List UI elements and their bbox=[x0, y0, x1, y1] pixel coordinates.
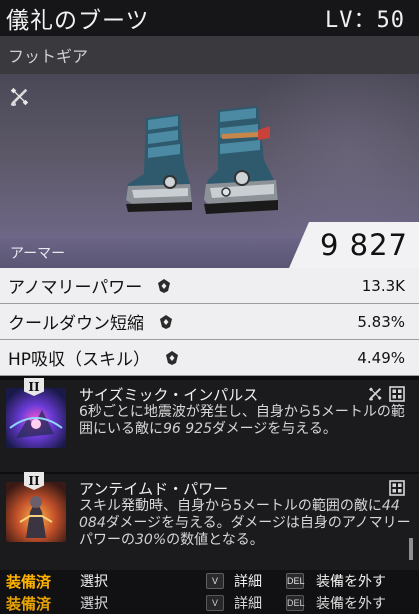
stat-left: アノマリーパワー bbox=[8, 273, 172, 298]
desc-text: の数値となる。 bbox=[166, 532, 264, 548]
stat-name: HP吸収（スキル） bbox=[8, 350, 151, 370]
key-v-hint: V bbox=[206, 573, 224, 589]
talent-icons bbox=[389, 480, 405, 496]
equipped-status: 装備済 bbox=[6, 594, 52, 613]
stat-row: アノマリーパワー 13.3K bbox=[0, 268, 419, 304]
item-level: LV：50 bbox=[325, 8, 405, 33]
untamed-talent-art bbox=[6, 482, 66, 542]
action-footer: 装備済 選択 V 詳細 DEL 装備を外す 装備済 選択 V 詳細 DEL 装備… bbox=[0, 570, 419, 614]
talent-icons bbox=[367, 386, 405, 402]
percent-number: 30% bbox=[135, 532, 167, 548]
seismic-talent-art bbox=[6, 388, 66, 448]
damage-number: 96 925 bbox=[163, 421, 212, 437]
scrollbar[interactable] bbox=[409, 538, 413, 560]
stat-list: アノマリーパワー 13.3K クールダウン短縮 5.83% HP吸収（スキル） … bbox=[0, 268, 419, 376]
category-bar: フットギア bbox=[0, 36, 419, 74]
boots-image bbox=[126, 106, 278, 214]
shield-diamond-icon bbox=[160, 314, 172, 329]
key-del-hint: DEL bbox=[286, 573, 305, 589]
desc-text: ダメージを与える。 bbox=[212, 421, 337, 437]
item-title: 儀礼のブーツ bbox=[6, 8, 150, 34]
detail-action[interactable]: 詳細 bbox=[234, 593, 262, 613]
select-action[interactable]: 選択 bbox=[80, 571, 108, 591]
grid-icon bbox=[389, 480, 405, 496]
grid-icon bbox=[389, 386, 405, 402]
armor-label: アーマー bbox=[10, 246, 66, 262]
talent-card[interactable]: II サイズミック・インパルス 6秒ごとに地震波が発生し、自身から5メートルの範… bbox=[0, 378, 419, 472]
talent-name: サイズミック・インパルス bbox=[79, 386, 259, 404]
key-v-hint: V bbox=[206, 595, 224, 611]
talent-image bbox=[6, 388, 66, 448]
talent-card[interactable]: II アンテイムド・パワー スキル発動時、自身から5メートルの範囲の敵に44 0… bbox=[0, 472, 419, 570]
item-header: 儀礼のブーツ LV：50 bbox=[0, 0, 419, 36]
armor-value-box: 9 827 bbox=[289, 222, 419, 268]
stat-row: HP吸収（スキル） 4.49% bbox=[0, 340, 419, 376]
armor-value: 9 827 bbox=[319, 228, 409, 262]
unequip-action[interactable]: 装備を外す bbox=[316, 571, 386, 591]
footer-row: 装備済 選択 V 詳細 DEL 装備を外す bbox=[0, 570, 419, 592]
talent-description: 6秒ごとに地震波が発生し、自身から5メートルの範囲にいる敵に96 925ダメージ… bbox=[79, 404, 411, 438]
detail-action[interactable]: 詳細 bbox=[234, 571, 262, 591]
select-action[interactable]: 選択 bbox=[80, 593, 108, 613]
footer-row: 装備済 選択 V 詳細 DEL 装備を外す bbox=[0, 592, 419, 614]
talent-description: スキル発動時、自身から5メートルの範囲の敵に44 084ダメージを与える。ダメー… bbox=[79, 498, 411, 549]
stat-value: 4.49% bbox=[357, 348, 405, 367]
stat-name: アノマリーパワー bbox=[8, 278, 143, 298]
stat-row: クールダウン短縮 5.83% bbox=[0, 304, 419, 340]
item-preview-panel bbox=[0, 74, 419, 238]
wrench-screwdriver-icon[interactable] bbox=[8, 86, 30, 108]
key-del-hint: DEL bbox=[286, 595, 305, 611]
shield-diamond-icon bbox=[158, 278, 171, 293]
item-category: フットギア bbox=[8, 47, 89, 66]
stat-left: クールダウン短縮 bbox=[8, 309, 174, 334]
talent-name: アンテイムド・パワー bbox=[79, 480, 229, 498]
stat-value: 13.3K bbox=[361, 276, 405, 295]
unequip-action[interactable]: 装備を外す bbox=[316, 593, 386, 613]
equipped-status: 装備済 bbox=[6, 572, 52, 591]
wrench-screwdriver-icon bbox=[369, 387, 382, 401]
shield-diamond-icon bbox=[166, 350, 179, 365]
stat-value: 5.83% bbox=[357, 312, 405, 331]
stat-left: HP吸収（スキル） bbox=[8, 345, 180, 370]
talent-image bbox=[6, 482, 66, 542]
desc-text: スキル発動時、自身から5メートルの範囲の敵に bbox=[79, 498, 382, 514]
stat-name: クールダウン短縮 bbox=[8, 314, 144, 334]
